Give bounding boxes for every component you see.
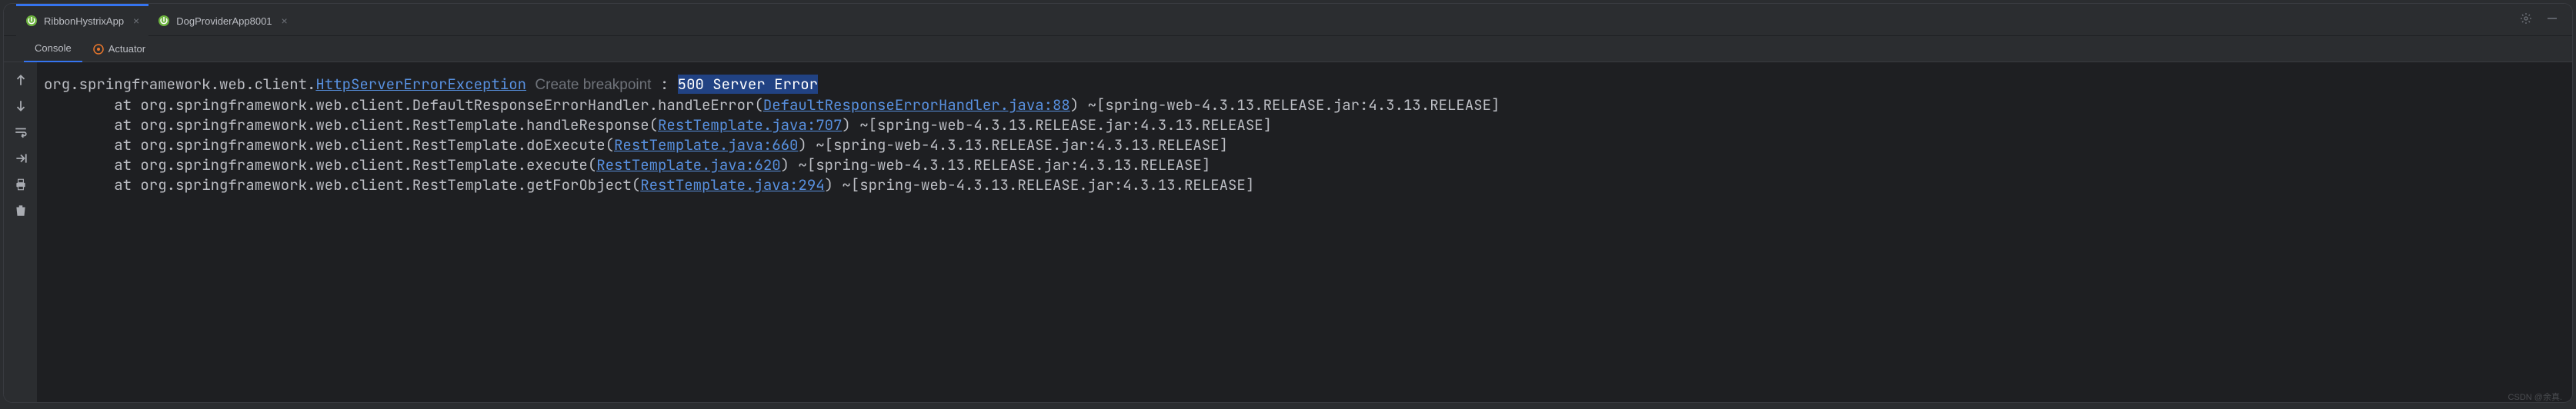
spring-boot-icon <box>25 15 38 27</box>
source-link[interactable]: RestTemplate.java:294 <box>640 175 824 195</box>
stack-text: at org.springframework.web.client.RestTe… <box>44 135 614 155</box>
stack-suffix: ) ~[spring-web-4.3.13.RELEASE.jar:4.3.13… <box>842 115 1272 135</box>
trash-icon[interactable] <box>14 204 28 218</box>
minimize-icon[interactable] <box>2546 12 2558 27</box>
stack-suffix: ) ~[spring-web-4.3.13.RELEASE.jar:4.3.13… <box>781 155 1211 175</box>
scroll-up-icon[interactable] <box>14 73 28 87</box>
stack-line: at org.springframework.web.client.RestTe… <box>44 175 2572 195</box>
tab-actions <box>2520 12 2572 27</box>
source-link[interactable]: DefaultResponseErrorHandler.java:88 <box>763 95 1070 115</box>
stack-text: at org.springframework.web.client.RestTe… <box>44 175 640 195</box>
watermark-text: CSDN @余真. <box>2508 391 2562 403</box>
stack-suffix: ) ~[spring-web-4.3.13.RELEASE.jar:4.3.13… <box>825 175 1255 195</box>
console-main-row: org.springframework.web.client.HttpServe… <box>4 62 2572 402</box>
scroll-to-end-icon[interactable] <box>14 151 28 165</box>
stack-line: at org.springframework.web.client.RestTe… <box>44 155 2572 175</box>
scroll-down-icon[interactable] <box>14 99 28 113</box>
tab-console[interactable]: Console <box>24 36 82 62</box>
run-tabs-bar: RibbonHystrixApp × DogProviderApp8001 × <box>4 4 2572 36</box>
run-tab-label: DogProviderApp8001 <box>176 15 272 27</box>
console-gutter <box>4 62 38 402</box>
stack-line: at org.springframework.web.client.RestTe… <box>44 135 2572 155</box>
stack-text: at org.springframework.web.client.RestTe… <box>44 155 596 175</box>
stack-text: at org.springframework.web.client.Defaul… <box>44 95 763 115</box>
close-icon[interactable]: × <box>282 15 288 27</box>
stack-line: at org.springframework.web.client.Defaul… <box>44 95 2572 115</box>
run-tool-window: RibbonHystrixApp × DogProviderApp8001 × … <box>3 3 2573 403</box>
sub-tabs-bar: Console Actuator <box>4 36 2572 62</box>
stack-suffix: ) ~[spring-web-4.3.13.RELEASE.jar:4.3.13… <box>798 135 1228 155</box>
stack-text: at org.springframework.web.client.RestTe… <box>44 115 658 135</box>
run-tab-ribbonhystrixapp[interactable]: RibbonHystrixApp × <box>16 4 148 36</box>
soft-wrap-icon[interactable] <box>14 125 28 139</box>
run-tab-dogproviderapp[interactable]: DogProviderApp8001 × <box>148 4 297 36</box>
tab-actuator[interactable]: Actuator <box>82 36 156 62</box>
sub-tab-label: Console <box>35 42 72 54</box>
run-tab-label: RibbonHystrixApp <box>44 15 124 27</box>
actuator-icon <box>93 44 104 55</box>
stack-suffix: ) ~[spring-web-4.3.13.RELEASE.jar:4.3.13… <box>1070 95 1500 115</box>
source-link[interactable]: RestTemplate.java:620 <box>596 155 780 175</box>
exception-prefix: org.springframework.web.client. <box>44 75 315 94</box>
create-breakpoint-hint[interactable]: Create breakpoint <box>535 77 651 93</box>
exception-class-link[interactable]: HttpServerErrorException <box>315 75 526 94</box>
selected-error-text: 500 Server Error <box>678 75 818 94</box>
sub-tab-label: Actuator <box>108 43 145 55</box>
close-icon[interactable]: × <box>133 15 139 27</box>
source-link[interactable]: RestTemplate.java:660 <box>614 135 798 155</box>
gear-icon[interactable] <box>2520 12 2532 27</box>
exception-line: org.springframework.web.client.HttpServe… <box>44 75 2572 95</box>
print-icon[interactable] <box>14 178 28 191</box>
colon-text: : <box>651 75 677 94</box>
spring-boot-icon <box>158 15 170 27</box>
stack-line: at org.springframework.web.client.RestTe… <box>44 115 2572 135</box>
console-output[interactable]: org.springframework.web.client.HttpServe… <box>38 62 2572 402</box>
source-link[interactable]: RestTemplate.java:707 <box>658 115 842 135</box>
